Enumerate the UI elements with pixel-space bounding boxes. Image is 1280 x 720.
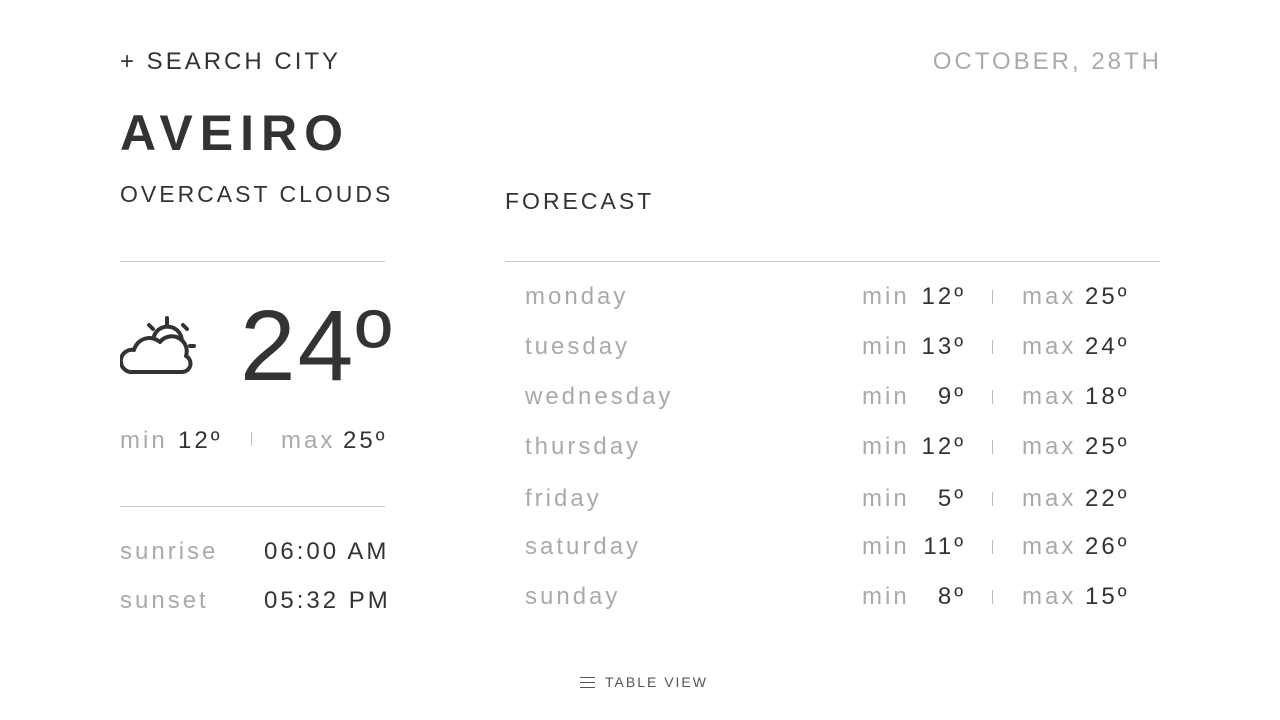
forecast-row: monday min 12º max 25º [505, 283, 1160, 313]
forecast-row: sunday min 8º max 15º [505, 583, 1160, 613]
forecast-min-label: min [862, 433, 910, 460]
weather-condition: OVERCAST CLOUDS [120, 181, 394, 207]
forecast-max-value: 25º [1085, 283, 1130, 310]
forecast-max-label: max [1022, 485, 1077, 512]
current-date: OCTOBER, 28TH [932, 48, 1162, 75]
sunset-label: sunset [120, 587, 209, 614]
forecast-min-value: 12º [921, 433, 966, 460]
forecast-max-value: 25º [1085, 433, 1130, 460]
forecast-min-label: min [862, 485, 910, 512]
forecast-min-value: 5º [937, 485, 966, 512]
forecast-row: tuesday min 13º max 24º [505, 333, 1160, 363]
sunset-time: 05:32 PM [264, 587, 391, 614]
city-name: AVEIRO [120, 105, 350, 161]
table-view-button[interactable]: TABLE VIEW [580, 674, 708, 690]
forecast-max-label: max [1022, 383, 1077, 410]
today-max-label: max [281, 427, 336, 454]
forecast-max-label: max [1022, 333, 1077, 360]
forecast-day: saturday [525, 533, 642, 560]
divider [120, 506, 385, 507]
forecast-row: saturday min 11º max 26º [505, 533, 1160, 563]
forecast-min-value: 13º [921, 333, 966, 360]
forecast-max-value: 15º [1085, 583, 1130, 610]
separator [992, 590, 993, 604]
sunrise-time: 06:00 AM [264, 538, 390, 565]
today-max-value: 25º [343, 427, 388, 454]
separator [992, 540, 993, 554]
forecast-max-value: 24º [1085, 333, 1130, 360]
forecast-min-value: 8º [937, 583, 966, 610]
forecast-min-value: 12º [921, 283, 966, 310]
forecast-max-value: 22º [1085, 485, 1130, 512]
forecast-max-value: 26º [1085, 533, 1130, 560]
forecast-max-label: max [1022, 433, 1077, 460]
forecast-max-value: 18º [1085, 383, 1130, 410]
forecast-day: sunday [525, 583, 621, 610]
forecast-day: thursday [525, 433, 642, 460]
forecast-min-value: 9º [937, 383, 966, 410]
forecast-min-label: min [862, 533, 910, 560]
forecast-day: wednesday [525, 383, 674, 410]
separator [992, 492, 993, 506]
table-view-label: TABLE VIEW [605, 674, 708, 690]
partly-cloudy-sun-icon [120, 316, 196, 374]
separator [251, 432, 252, 446]
sunrise-label: sunrise [120, 538, 219, 565]
separator [992, 290, 993, 304]
search-city-button[interactable]: + SEARCH CITY [120, 48, 341, 76]
forecast-min-label: min [862, 583, 910, 610]
forecast-min-label: min [862, 383, 910, 410]
forecast-row: wednesday min 9º max 18º [505, 383, 1160, 413]
forecast-day: friday [525, 485, 602, 512]
forecast-row: thursday min 12º max 25º [505, 433, 1160, 463]
current-temperature: 24º [240, 290, 394, 402]
today-min-label: min [120, 427, 168, 454]
forecast-min-value: 11º [923, 533, 966, 560]
forecast-min-label: min [862, 283, 910, 310]
forecast-row: friday min 5º max 22º [505, 485, 1160, 515]
forecast-day: monday [525, 283, 629, 310]
forecast-day: tuesday [525, 333, 631, 360]
forecast-min-label: min [862, 333, 910, 360]
separator [992, 390, 993, 404]
divider [120, 261, 385, 262]
divider [505, 261, 1160, 262]
forecast-max-label: max [1022, 583, 1077, 610]
today-min-value: 12º [178, 427, 223, 454]
separator [992, 340, 993, 354]
separator [992, 440, 993, 454]
forecast-max-label: max [1022, 533, 1077, 560]
menu-icon [580, 676, 595, 688]
forecast-max-label: max [1022, 283, 1077, 310]
forecast-title: FORECAST [505, 188, 655, 214]
